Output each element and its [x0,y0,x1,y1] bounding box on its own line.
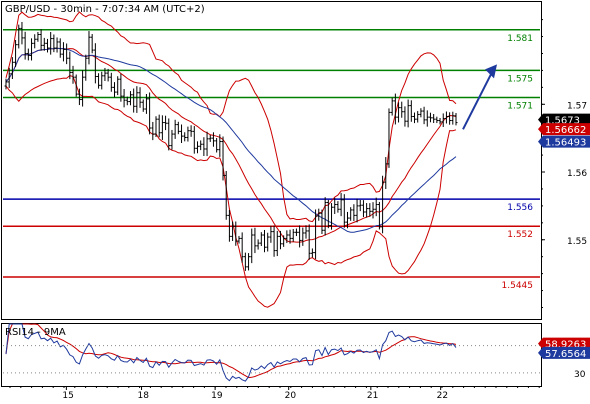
chart-stage: 1.581 1.575 1.571 1.556 1.552 1.5445 1.55 1.56… [0,0,590,401]
level-label: 1.556 [507,203,533,213]
level-label: 1.571 [507,102,533,112]
x-tick-label: 22 [437,391,448,400]
rsi-value-tag-label: 57.6564 [545,349,586,360]
level-label: 1.552 [507,230,533,240]
forecast-arrow-shaft [462,69,494,130]
x-tick-label: 15 [62,391,73,400]
level-label: 1.575 [507,74,533,84]
bollinger-mid-tag-label: 1.56662 [545,125,586,136]
horizontal-levels: 1.581 1.575 1.571 1.556 1.552 1.5445 [3,29,540,291]
x-tick-label: 19 [211,391,223,400]
y-tick-label: 1.57 [567,101,587,111]
main-panel-frame [1,1,542,320]
level-label: 1.581 [507,34,533,44]
x-tick-label: 20 [285,391,297,400]
chart-title: GBP/USD - 30min - 7:07:34 AM (UTC+2) [5,4,205,15]
moving-average-tag-label: 1.56493 [545,138,586,149]
x-tick-label: 18 [138,391,150,400]
x-tick-label: 21 [367,391,378,400]
forex-chart: 1.581 1.575 1.571 1.556 1.552 1.5445 1.55 1.56… [1,1,590,401]
rsi-sma-line [5,323,457,379]
rsi-lines [3,323,540,382]
rsi-y-tick-label: 30 [574,370,586,380]
y-tick-label: 1.56 [567,169,587,179]
y-tick-label: 1.55 [567,237,587,247]
level-label: 1.5445 [502,281,534,291]
rsi-title: RSI14 - 9MA [5,327,66,338]
